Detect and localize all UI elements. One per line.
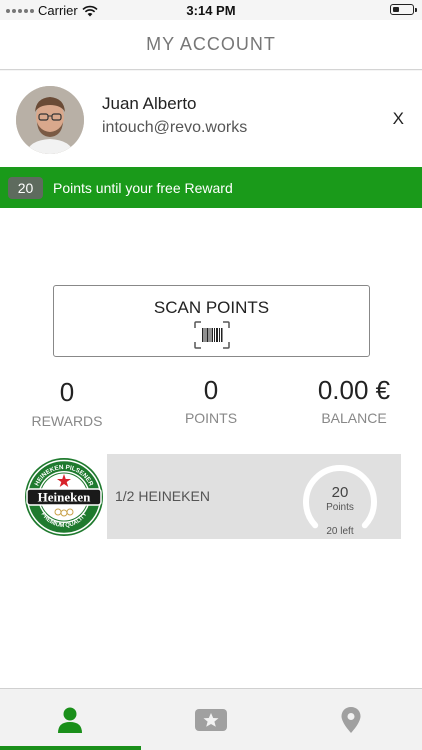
tab-bar — [0, 688, 422, 750]
tab-locations[interactable] — [281, 689, 421, 750]
avatar — [16, 86, 84, 154]
scan-points-button[interactable]: SCAN POINTS — [53, 285, 370, 357]
profile-name: Juan Alberto — [102, 94, 197, 113]
profile-section: Juan Alberto intouch@revo.works X — [0, 71, 422, 167]
reward-progress-bar: 20 Points until your free Reward — [0, 167, 422, 208]
rewards-label: REWARDS — [31, 413, 103, 429]
points-label: POINTS — [184, 410, 238, 426]
balance-stat: 0.00 € BALANCE — [304, 375, 404, 426]
person-icon — [58, 707, 82, 733]
reward-item-card[interactable]: HEINEKEN PILSENER PREMIUM QUALITY Heinek… — [20, 454, 401, 540]
reward-item-name: 1/2 HEINEKEN — [115, 488, 210, 504]
tab-rewards[interactable] — [141, 689, 281, 750]
reward-message: Points until your free Reward — [53, 179, 233, 196]
rewards-value: 0 — [59, 377, 75, 407]
star-icon — [195, 709, 227, 731]
balance-value: 0.00 € — [317, 375, 391, 405]
balance-label: BALANCE — [321, 410, 387, 426]
close-button[interactable]: X — [393, 109, 404, 129]
rewards-stat: 0 REWARDS — [22, 375, 112, 429]
heineken-logo: HEINEKEN PILSENER PREMIUM QUALITY Heinek… — [25, 458, 103, 536]
tab-account[interactable] — [0, 689, 141, 750]
profile-email: intouch@revo.works — [102, 119, 248, 136]
scan-points-label: SCAN POINTS — [153, 298, 270, 317]
main-content: SCAN POINTS 0 REWARDS 0 POINTS 0.00 € BA… — [0, 208, 422, 688]
status-bar: Carrier 3:14 PM — [0, 0, 422, 20]
reward-points-label: Points — [326, 502, 354, 513]
page-title: MY ACCOUNT — [146, 34, 276, 54]
location-pin-icon — [341, 707, 361, 733]
reward-points-left: 20 left — [326, 526, 354, 537]
svg-text:Heineken: Heineken — [38, 490, 91, 505]
points-stat: 0 POINTS — [166, 375, 256, 426]
points-remaining-badge: 20 — [8, 176, 43, 199]
barcode-scan-icon — [194, 321, 230, 349]
nav-bar: MY ACCOUNT — [0, 20, 422, 70]
battery-icon — [390, 4, 417, 15]
reward-points-value: 20 — [331, 484, 349, 501]
status-time: 3:14 PM — [186, 3, 236, 18]
points-value: 0 — [203, 375, 219, 405]
